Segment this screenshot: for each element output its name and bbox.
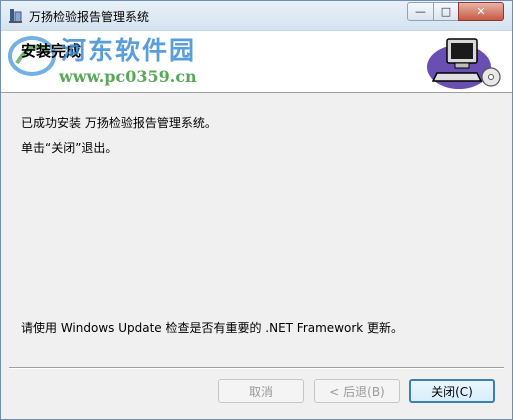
header-banner: 安装完成 河东软件园 www.pc0359.cn <box>1 31 512 93</box>
success-message: 已成功安装 万扬检验报告管理系统。 <box>21 116 217 130</box>
back-button[interactable]: < 后退(B) <box>314 379 400 403</box>
close-window-button[interactable]: ✕ <box>458 2 504 21</box>
window-title: 万扬检验报告管理系统 <box>29 10 150 24</box>
watermark-url: www.pc0359.cn <box>59 67 197 86</box>
divider <box>9 367 504 369</box>
content-area: 已成功安装 万扬检验报告管理系统。 单击“关闭”退出。 请使用 Windows … <box>1 94 512 366</box>
exit-instruction: 单击“关闭”退出。 <box>21 141 118 155</box>
maximize-button[interactable]: □ <box>433 2 459 21</box>
computer-icon <box>427 38 501 89</box>
cancel-button[interactable]: 取消 <box>218 379 304 403</box>
installer-window: 万扬检验报告管理系统 — □ ✕ 安装完成 河东软件园 www.pc0359.c… <box>0 0 513 420</box>
minimize-button[interactable]: — <box>407 2 434 21</box>
update-notice: 请使用 Windows Update 检查是否有重要的 .NET Framewo… <box>21 321 404 335</box>
title-bar[interactable]: 万扬检验报告管理系统 — □ ✕ <box>1 1 512 31</box>
app-icon <box>9 9 22 23</box>
watermark-text: 河东软件园 <box>61 36 197 65</box>
close-button[interactable]: 关闭(C) <box>409 379 495 403</box>
